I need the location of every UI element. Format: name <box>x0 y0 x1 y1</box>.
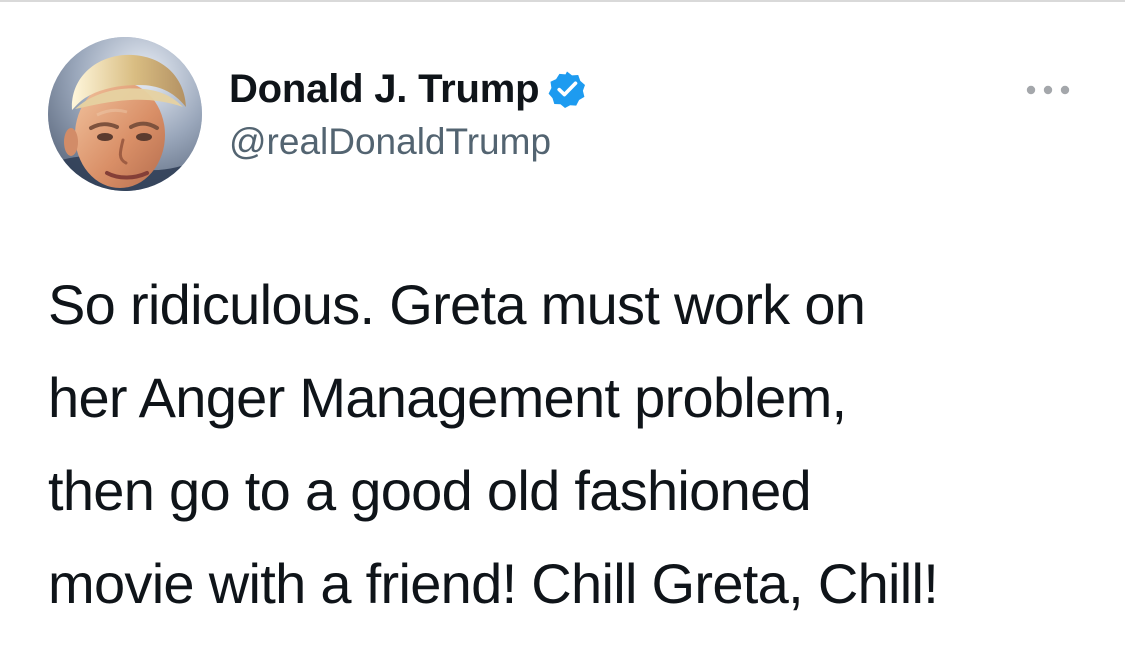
display-name[interactable]: Donald J. Trump <box>229 63 540 115</box>
tweet-text-line: then go to a good old fashioned <box>48 459 812 522</box>
ellipsis-icon <box>1026 85 1070 95</box>
more-options-button[interactable] <box>1022 78 1074 102</box>
profile-photo <box>48 37 202 191</box>
tweet-text-line: her Anger Management problem, <box>48 366 847 429</box>
tweet-text: So ridiculous. Greta must work on her An… <box>48 258 1088 630</box>
tweet-card[interactable]: Donald J. Trump @realDonaldTrump So ridi… <box>0 0 1125 665</box>
avatar[interactable] <box>48 37 202 191</box>
author-name-row: Donald J. Trump <box>229 63 586 115</box>
tweet-text-line: So ridiculous. Greta must work on <box>48 273 866 336</box>
tweet-text-line: movie with a friend! Chill Greta, Chill! <box>48 552 939 615</box>
author-handle[interactable]: @realDonaldTrump <box>229 117 551 167</box>
verified-icon <box>548 70 586 108</box>
